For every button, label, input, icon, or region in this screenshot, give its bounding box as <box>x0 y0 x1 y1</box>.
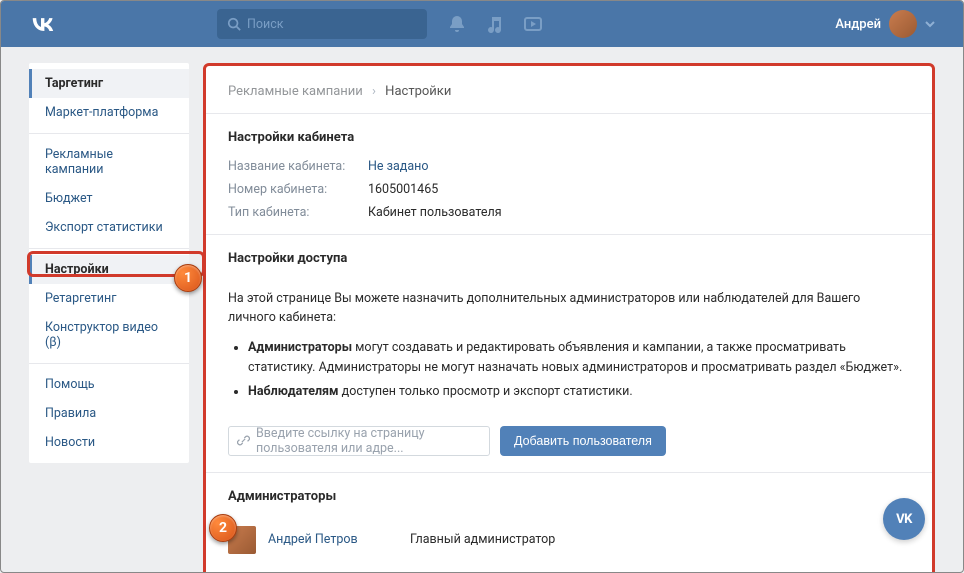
user-link-input[interactable]: Введите ссылку на страницу пользователя … <box>228 426 490 456</box>
access-intro: На этой странице Вы можете назначить доп… <box>206 276 932 338</box>
annotation-badge-2: 2 <box>209 514 237 542</box>
chevron-down-icon <box>925 19 935 29</box>
sidebar-item[interactable]: Помощь <box>29 370 189 399</box>
admin-role: Главный администратор <box>410 532 555 547</box>
vk-logo[interactable] <box>29 10 57 38</box>
kv-row: Название кабинета:Не задано <box>206 155 932 178</box>
bell-icon[interactable] <box>447 14 467 34</box>
kv-row: Номер кабинета:1605001465 <box>206 178 932 201</box>
sidebar-item[interactable]: Правила <box>29 399 189 428</box>
sidebar-item[interactable]: Настройки <box>29 255 189 284</box>
user-name: Андрей <box>835 17 881 32</box>
annotation-badge-1: 1 <box>174 264 202 292</box>
access-list: Администраторы могут создавать и редакти… <box>206 338 932 418</box>
kv-row: Тип кабинета:Кабинет пользователя <box>206 201 932 224</box>
sidebar-item[interactable]: Новости <box>29 428 189 457</box>
list-item: Администраторы могут создавать и редакти… <box>248 338 910 378</box>
top-header: Поиск Андрей <box>1 1 963 47</box>
search-input[interactable]: Поиск <box>217 9 427 39</box>
admin-name[interactable]: Андрей Петров <box>268 532 398 547</box>
sidebar-item[interactable]: Конструктор видео (β) <box>29 313 189 357</box>
sidebar-item[interactable]: Таргетинг <box>29 69 189 98</box>
main-panel: Рекламные кампании › Настройки Настройки… <box>203 63 935 573</box>
search-placeholder: Поиск <box>247 17 284 32</box>
sidebar-item[interactable]: Экспорт статистики <box>29 213 189 242</box>
admins-title: Администраторы <box>206 473 932 514</box>
input-placeholder: Введите ссылку на страницу пользователя … <box>256 426 481 456</box>
sidebar-item[interactable]: Рекламные кампании <box>29 140 189 184</box>
avatar <box>889 10 917 38</box>
sidebar-item[interactable]: Бюджет <box>29 184 189 213</box>
vk-fab-button[interactable]: VK <box>883 498 925 540</box>
list-item: Наблюдателям доступен только просмотр и … <box>248 382 910 402</box>
access-title: Настройки доступа <box>206 235 932 276</box>
search-icon <box>227 17 241 31</box>
breadcrumb: Рекламные кампании › Настройки <box>206 66 932 114</box>
sidebar-item[interactable]: Ретаргетинг <box>29 284 189 313</box>
chevron-right-icon: › <box>372 84 376 99</box>
sidebar-item[interactable]: Маркет-платформа <box>29 98 189 127</box>
admin-row: Андрей Петров Главный администратор <box>206 514 932 566</box>
link-icon <box>237 434 250 447</box>
user-menu[interactable]: Андрей <box>835 10 935 38</box>
video-icon[interactable] <box>523 14 543 34</box>
music-icon[interactable] <box>485 14 505 34</box>
add-user-button[interactable]: Добавить пользователя <box>500 426 666 456</box>
sidebar: ТаргетингМаркет-платформа Рекламные кампа… <box>29 63 189 463</box>
header-icons <box>447 14 543 34</box>
breadcrumb-root[interactable]: Рекламные кампании <box>228 84 363 99</box>
breadcrumb-current: Настройки <box>385 84 451 99</box>
cabinet-title: Настройки кабинета <box>206 114 932 155</box>
